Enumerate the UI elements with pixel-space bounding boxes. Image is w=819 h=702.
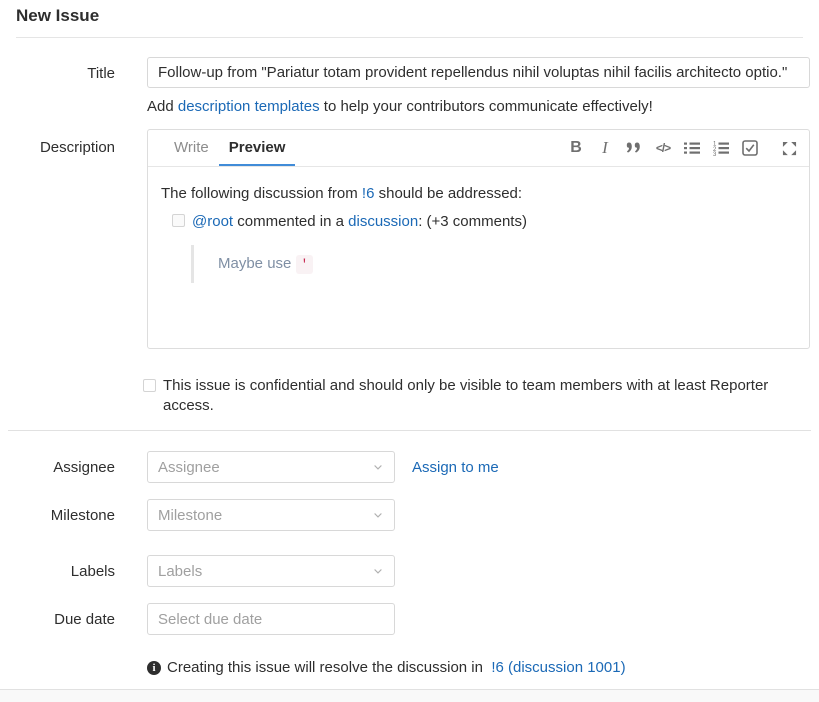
labels-select[interactable]: Labels [147,555,395,587]
labels-label: Labels [16,562,115,581]
inline-code: ' [296,255,314,274]
title-row: Title Add description templates to help … [16,57,803,115]
confidential-label: This issue is confidential and should on… [163,376,775,416]
resolve-note: i Creating this issue will resolve the d… [16,659,803,676]
confidential-checkbox[interactable] [143,379,156,392]
description-label: Description [16,115,115,349]
fullscreen-icon[interactable] [781,138,797,158]
milestone-label: Milestone [16,506,115,525]
title-divider [16,37,803,38]
preview-line: The following discussion from !6 should … [161,184,796,203]
section-divider [8,430,811,431]
title-help-text: Add description templates to help your c… [147,98,810,115]
confidential-row: This issue is confidential and should on… [16,376,803,416]
tab-preview[interactable]: Preview [219,130,296,166]
due-date-row: Due date [16,603,803,635]
labels-row: Labels Labels [16,555,803,587]
chevron-down-icon [372,461,384,473]
quoted-comment: Maybe use ' [191,245,796,283]
markdown-editor: Write Preview B I </> [147,129,810,349]
user-link[interactable]: @root [192,213,233,230]
chevron-down-icon [372,565,384,577]
description-templates-link[interactable]: description templates [178,98,320,115]
quote-icon[interactable] [626,138,642,158]
page-title: New Issue [16,0,803,26]
editor-tabs: Write Preview [164,130,295,166]
milestone-select[interactable]: Milestone [147,499,395,531]
bold-icon[interactable]: B [568,138,584,158]
svg-text:3: 3 [713,152,717,156]
tab-write[interactable]: Write [164,130,219,166]
new-issue-form: New Issue Title Add description template… [0,0,819,676]
resolve-discussion-link[interactable]: !6 (discussion 1001) [491,659,625,676]
task-checkbox[interactable] [172,214,185,227]
title-label: Title [16,57,115,115]
markdown-preview: The following discussion from !6 should … [148,167,809,300]
code-icon[interactable]: </> [655,138,671,158]
bullet-list-icon[interactable] [684,138,700,158]
editor-toolbar: B I </> [568,130,797,166]
title-input[interactable] [147,57,810,88]
chevron-down-icon [372,509,384,521]
due-date-input[interactable] [147,603,395,635]
due-date-label: Due date [16,610,115,629]
assign-to-me-link[interactable]: Assign to me [412,459,499,476]
markdown-editor-header: Write Preview B I </> [148,130,809,167]
merge-request-link[interactable]: !6 [362,185,375,202]
form-actions-strip [0,689,819,702]
task-list-icon[interactable] [742,138,758,158]
assignee-select[interactable]: Assignee [147,451,395,483]
assignee-row: Assignee Assignee Assign to me [16,451,803,483]
discussion-link[interactable]: discussion [348,213,418,230]
milestone-row: Milestone Milestone [16,499,803,531]
task-text: @root commented in a discussion: (+3 com… [192,212,527,231]
assignee-label: Assignee [16,458,115,477]
resolve-note-text: Creating this issue will resolve the dis… [167,659,626,676]
info-icon: i [147,661,161,675]
description-row: Description Write Preview B I [16,115,803,349]
italic-icon[interactable]: I [597,138,613,158]
task-list-item: @root commented in a discussion: (+3 com… [172,212,796,231]
numbered-list-icon[interactable]: 1 2 3 [713,138,729,158]
